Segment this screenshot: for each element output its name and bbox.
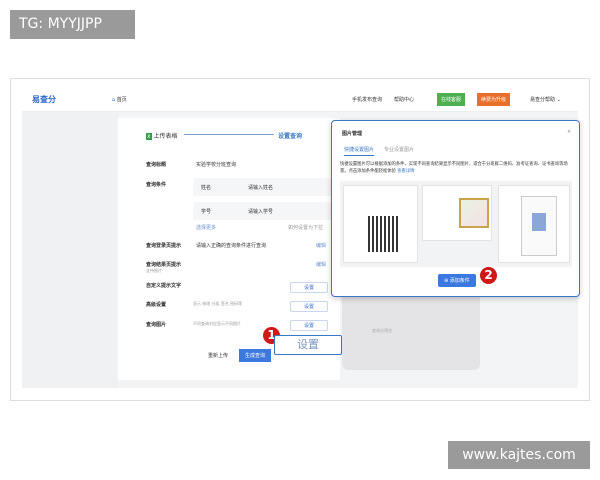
image-label: 查询图片 xyxy=(146,322,167,328)
callout-set-button[interactable]: 设置 xyxy=(274,335,342,355)
title-label: 查询标题 xyxy=(146,162,167,168)
advanced-hint: 显示 修改 分组 签名 密码等 xyxy=(193,301,243,306)
reupload-button[interactable]: 重新上传 xyxy=(208,352,228,359)
step-line xyxy=(184,134,274,135)
certificate-icon xyxy=(459,198,489,228)
select-more-link[interactable]: 选择更多 xyxy=(196,224,216,231)
tab-quick[interactable]: 快捷设置图片 xyxy=(344,146,375,156)
left-panel xyxy=(22,112,118,388)
home-icon: ⌂ xyxy=(112,97,116,103)
renew-button[interactable]: 续费为升级 xyxy=(477,93,511,106)
edit-link[interactable]: 编辑 xyxy=(316,242,326,249)
help-center-link[interactable]: 帮助中心 xyxy=(394,96,414,103)
callout-badge-2: 2 xyxy=(480,267,497,284)
user-menu[interactable]: 易查分帮助 ⌄ xyxy=(530,96,561,103)
online-service-button[interactable]: 在线客服 xyxy=(437,93,466,106)
qr-code-icon xyxy=(368,216,400,252)
dropdown-hint-link[interactable]: 如何设置为下拉 xyxy=(288,224,323,231)
tab-pro[interactable]: 专业设置图片 xyxy=(384,146,414,153)
qr-example-image xyxy=(343,185,418,263)
image-management-modal: 图片管理 × 快捷设置图片 专业设置图片 快捷设置图片可以根据添加的条件，实现不… xyxy=(331,120,580,297)
custom-tip-label: 自定义提示文字 xyxy=(146,283,182,289)
logo: 易查分 xyxy=(32,95,56,104)
top-header: 易查分 ⌂ 首页 手机发布查询 帮助中心 在线客服 续费为升级 易查分帮助 ⌄ xyxy=(22,87,578,112)
image-set-button[interactable]: 设置 xyxy=(290,320,328,331)
photo-icon xyxy=(532,213,546,231)
watermark: www.kajtes.com xyxy=(448,441,590,469)
close-icon[interactable]: × xyxy=(567,129,571,135)
phone-preview: 查询分预览 xyxy=(342,296,480,370)
home-link[interactable]: ⌂ 首页 xyxy=(112,96,127,103)
title-input[interactable]: 实验学校分班查询 xyxy=(196,161,236,168)
condition-input[interactable]: 请输入姓名 xyxy=(248,184,273,191)
mobile-publish-link[interactable]: 手机发布查询 xyxy=(352,96,382,103)
custom-tip-set-button[interactable]: 设置 xyxy=(290,282,328,293)
result-tip-sub: 支持图片 xyxy=(146,268,162,273)
login-tip-label: 查询登录页提示 xyxy=(146,243,182,249)
ticket-icon xyxy=(521,196,557,256)
add-condition-button[interactable]: ⊕ 添加条件 xyxy=(438,274,476,287)
condition-label: 查询条件 xyxy=(146,182,167,188)
result-tip-label: 查询结果页提示 xyxy=(146,262,182,268)
generate-button[interactable]: 生成查询 xyxy=(239,349,272,362)
condition-row: 学号 请输入学号 xyxy=(193,202,333,220)
certificate-example-image xyxy=(422,185,492,241)
example-images xyxy=(340,181,572,267)
modal-description: 快捷设置图片可以根据添加的条件，实现不同查询结果显示不同图片，适合于分班群二维码… xyxy=(340,162,568,174)
image-hint: 不同查询对应显示不同图片 xyxy=(193,321,241,326)
advanced-label: 高级设置 xyxy=(146,302,167,308)
advanced-set-button[interactable]: 设置 xyxy=(290,301,328,312)
condition-row: 姓名 请输入姓名 xyxy=(193,178,333,196)
modal-title: 图片管理 xyxy=(342,131,363,137)
condition-input[interactable]: 请输入学号 xyxy=(248,208,273,215)
plus-icon: ⊕ xyxy=(444,278,449,284)
login-tip-value: 请输入正确的查询条件进行查询 xyxy=(196,243,267,249)
admission-ticket-example-image xyxy=(498,185,570,263)
step-upload: x 上传表格 xyxy=(146,133,178,140)
details-link[interactable]: 查看详情 xyxy=(397,169,414,174)
tag-label: TG: MYYJJPP xyxy=(10,10,135,39)
edit-link[interactable]: 编辑 xyxy=(316,261,326,268)
step-setup: 设置查询 xyxy=(278,133,303,140)
